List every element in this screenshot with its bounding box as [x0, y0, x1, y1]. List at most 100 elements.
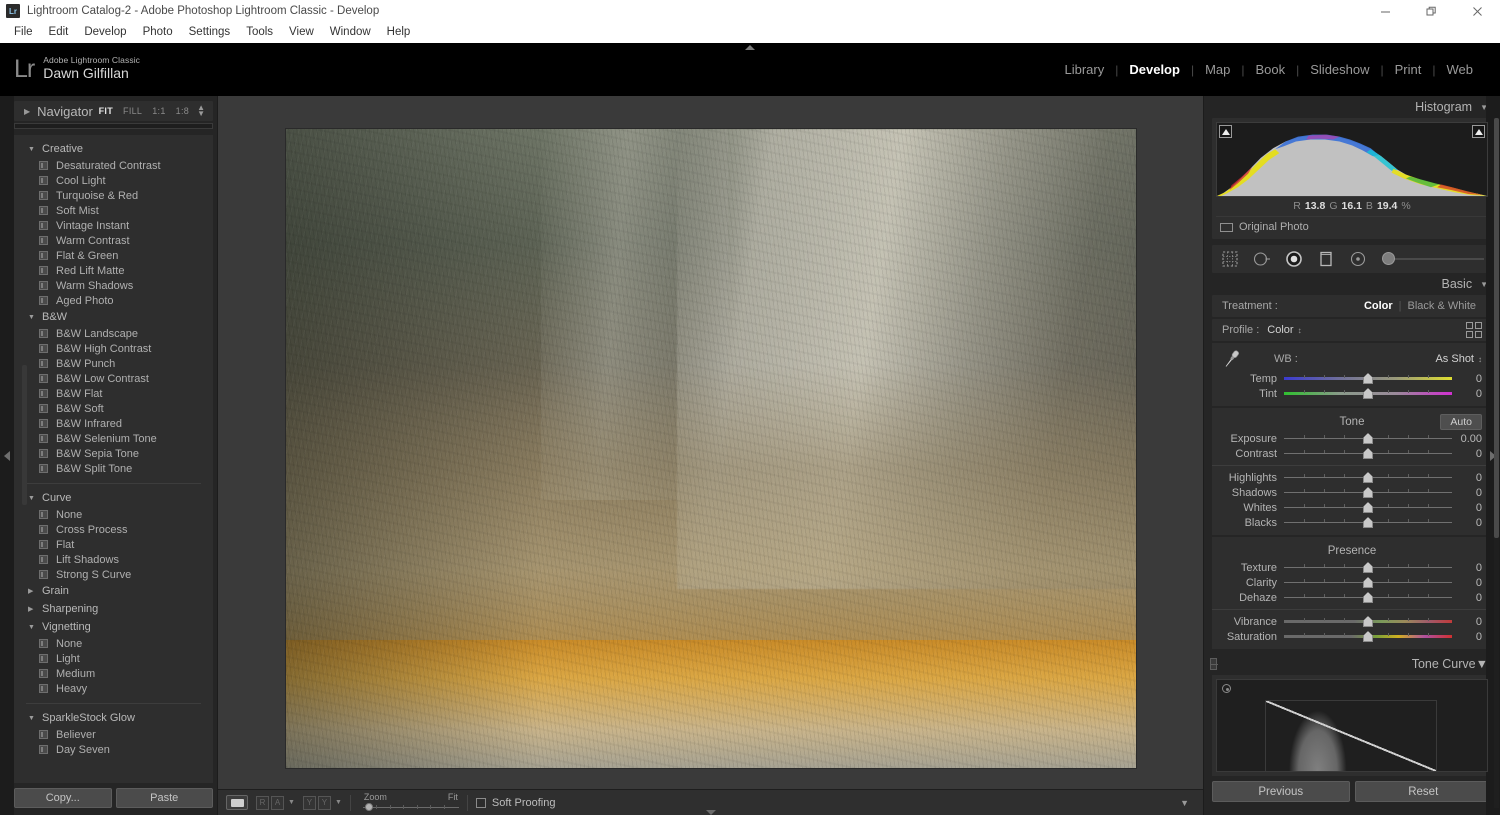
preset-group-sharpening[interactable]: ▶ Sharpening — [14, 600, 213, 618]
menu-window[interactable]: Window — [322, 24, 379, 40]
tone-curve-switch-icon[interactable] — [1210, 658, 1217, 670]
list-item[interactable]: Light — [14, 651, 213, 666]
compare-view-toggle[interactable]: Y Y ▼ — [303, 796, 342, 810]
menu-view[interactable]: View — [281, 24, 322, 40]
list-item[interactable]: Medium — [14, 666, 213, 681]
paste-button[interactable]: Paste — [116, 788, 214, 808]
chevron-down-icon[interactable]: ▼ — [335, 799, 342, 806]
top-panel-collapse-arrow[interactable] — [738, 43, 762, 51]
slider-dehaze[interactable]: Dehaze 0 — [1212, 590, 1492, 605]
list-item[interactable]: Strong S Curve — [14, 567, 213, 582]
histogram-header[interactable]: Histogram ▼ — [1204, 96, 1500, 118]
list-item[interactable]: Turquoise & Red — [14, 188, 213, 203]
masking-tool[interactable] — [1284, 249, 1304, 269]
copy-button[interactable]: Copy... — [14, 788, 112, 808]
menu-help[interactable]: Help — [379, 24, 419, 40]
list-item[interactable]: B&W Landscape — [14, 326, 213, 341]
loupe-view-icon[interactable] — [226, 795, 248, 810]
contrast-knob[interactable] — [1363, 448, 1373, 459]
navigator-header[interactable]: ▶ Navigator FIT FILL 1:1 1:8 ▲▼ — [14, 101, 213, 121]
minimize-button[interactable] — [1362, 0, 1408, 22]
slider-shadows[interactable]: Shadows 0 — [1212, 485, 1492, 500]
saturation-track[interactable] — [1284, 631, 1452, 642]
preset-group-vignetting[interactable]: ▼ Vignetting — [14, 618, 213, 636]
shadow-clipping-icon[interactable] — [1219, 125, 1232, 138]
treatment-black-and-white[interactable]: Black & White — [1402, 300, 1482, 312]
module-print[interactable]: Print — [1384, 62, 1433, 77]
dehaze-track[interactable] — [1284, 592, 1452, 603]
slider-saturation[interactable]: Saturation 0 — [1212, 629, 1492, 644]
soft-proofing-checkbox[interactable] — [476, 798, 486, 808]
list-item[interactable]: Cross Process — [14, 522, 213, 537]
left-panel-collapse-arrow[interactable] — [0, 96, 14, 815]
list-item[interactable]: None — [14, 507, 213, 522]
temp-track[interactable] — [1284, 373, 1452, 384]
profile-value[interactable]: Color — [1267, 324, 1293, 336]
contrast-track[interactable] — [1284, 448, 1452, 459]
list-item[interactable]: Warm Contrast — [14, 233, 213, 248]
nav-zoom-1-1[interactable]: 1:1 — [147, 106, 170, 116]
restore-button[interactable] — [1408, 0, 1454, 22]
module-book[interactable]: Book — [1244, 62, 1296, 77]
soft-proofing-toggle[interactable]: Soft Proofing — [476, 797, 556, 809]
reset-button[interactable]: Reset — [1355, 781, 1493, 802]
tone-curve-graph[interactable] — [1216, 679, 1488, 772]
close-button[interactable] — [1454, 0, 1500, 22]
preset-group-grain[interactable]: ▶ Grain — [14, 582, 213, 600]
exposure-track[interactable] — [1284, 433, 1452, 444]
zoom-knob[interactable] — [365, 803, 373, 811]
list-item[interactable]: Lift Shadows — [14, 552, 213, 567]
zoom-stepper-icon[interactable]: ▲▼ — [197, 105, 205, 117]
nav-zoom-1-8[interactable]: 1:8 — [171, 106, 194, 116]
slider-blacks[interactable]: Blacks 0 — [1212, 515, 1492, 530]
tint-knob[interactable] — [1363, 388, 1373, 399]
right-panel-scrollbar[interactable] — [1494, 118, 1499, 808]
radial-filter-tool[interactable] — [1348, 249, 1368, 269]
list-item[interactable]: Warm Shadows — [14, 278, 213, 293]
crop-overlay-tool[interactable] — [1220, 249, 1240, 269]
list-item[interactable]: B&W Punch — [14, 356, 213, 371]
list-item[interactable]: Flat — [14, 537, 213, 552]
before-after-toggle[interactable]: R A ▼ — [256, 796, 295, 810]
slider-vibrance[interactable]: Vibrance 0 — [1212, 614, 1492, 629]
menu-tools[interactable]: Tools — [238, 24, 281, 40]
list-item[interactable]: Flat & Green — [14, 248, 213, 263]
vibrance-knob[interactable] — [1363, 616, 1373, 627]
list-item[interactable]: B&W Split Tone — [14, 461, 213, 476]
slider-contrast[interactable]: Contrast 0 — [1212, 446, 1492, 461]
navigator-preview[interactable] — [14, 123, 213, 129]
exposure-knob[interactable] — [1363, 433, 1373, 444]
menu-develop[interactable]: Develop — [76, 24, 134, 40]
shadows-track[interactable] — [1284, 487, 1452, 498]
whites-track[interactable] — [1284, 502, 1452, 513]
list-item[interactable]: Believer — [14, 727, 213, 742]
preset-group-bw[interactable]: ▼ B&W — [14, 308, 213, 326]
list-item[interactable]: Cool Light — [14, 173, 213, 188]
white-balance-selector-icon[interactable] — [1218, 347, 1244, 371]
texture-knob[interactable] — [1363, 562, 1373, 573]
list-item[interactable]: Red Lift Matte — [14, 263, 213, 278]
histogram-graph[interactable] — [1216, 122, 1488, 197]
slider-whites[interactable]: Whites 0 — [1212, 500, 1492, 515]
highlights-knob[interactable] — [1363, 472, 1373, 483]
menu-file[interactable]: File — [6, 24, 41, 40]
preset-group-creative[interactable]: ▼ Creative — [14, 140, 213, 158]
module-slideshow[interactable]: Slideshow — [1299, 62, 1380, 77]
tone-curve-line[interactable] — [1266, 701, 1436, 771]
nav-zoom-fill[interactable]: FILL — [118, 106, 147, 116]
toolbar-options-chevron-icon[interactable]: ▼ — [1180, 798, 1189, 808]
chevron-right-icon[interactable]: ▶ — [24, 107, 30, 116]
list-item[interactable]: Heavy — [14, 681, 213, 696]
slider-tint[interactable]: Tint 0 — [1212, 386, 1492, 401]
vibrance-track[interactable] — [1284, 616, 1452, 627]
preset-group-curve[interactable]: ▼ Curve — [14, 489, 213, 507]
clarity-track[interactable] — [1284, 577, 1452, 588]
list-item[interactable]: B&W Flat — [14, 386, 213, 401]
tool-amount-slider[interactable] — [1384, 258, 1484, 260]
original-photo-row[interactable]: Original Photo — [1216, 216, 1488, 235]
menu-photo[interactable]: Photo — [135, 24, 181, 40]
slider-texture[interactable]: Texture 0 — [1212, 560, 1492, 575]
tint-track[interactable] — [1284, 388, 1452, 399]
blacks-knob[interactable] — [1363, 517, 1373, 528]
module-map[interactable]: Map — [1194, 62, 1241, 77]
